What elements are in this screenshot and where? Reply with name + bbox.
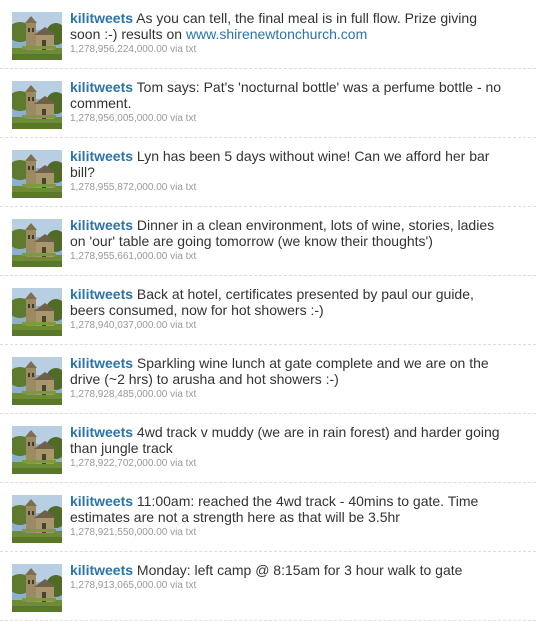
- church-photo-icon: [12, 150, 62, 198]
- screen-name-link[interactable]: kilitweets: [70, 424, 133, 440]
- tweet-text: kilitweets Lyn has been 5 days without w…: [70, 148, 510, 180]
- church-photo-icon: [12, 219, 62, 267]
- avatar[interactable]: [12, 150, 62, 198]
- tweet-url-link[interactable]: www.shirenewtonchurch.com: [186, 26, 367, 42]
- screen-name-link[interactable]: kilitweets: [70, 355, 133, 371]
- tweet-source: via txt: [170, 182, 197, 193]
- screen-name-link[interactable]: kilitweets: [70, 148, 133, 164]
- tweet-body: Sparkling wine lunch at gate complete an…: [70, 355, 489, 387]
- tweet-body: Lyn has been 5 days without wine! Can we…: [70, 148, 490, 180]
- tweet-item: kilitweets Dinner in a clean environment…: [0, 207, 536, 276]
- tweet-item: kilitweets Tom says: Pat's 'nocturnal bo…: [0, 69, 536, 138]
- avatar[interactable]: [12, 495, 62, 543]
- tweet-item: kilitweets 11:00am: reached the 4wd trac…: [0, 483, 536, 552]
- tweet-source: via txt: [170, 458, 197, 469]
- tweet-item: kilitweets Back at hotel, certificates p…: [0, 276, 536, 345]
- tweet-content: kilitweets Dinner in a clean environment…: [70, 217, 510, 263]
- tweet-body: Tom says: Pat's 'nocturnal bottle' was a…: [70, 79, 502, 111]
- tweet-content: kilitweets Back at hotel, certificates p…: [70, 286, 510, 332]
- avatar[interactable]: [12, 12, 62, 60]
- tweet-source: via txt: [170, 389, 197, 400]
- tweet-text: kilitweets 4wd track v muddy (we are in …: [70, 424, 510, 456]
- tweet-meta: 1,278,921,550,000.00 via txt: [70, 527, 510, 539]
- screen-name-link[interactable]: kilitweets: [70, 79, 133, 95]
- timestamp-link[interactable]: 1,278,913,065,000.00: [70, 580, 167, 591]
- avatar[interactable]: [12, 219, 62, 267]
- screen-name-link[interactable]: kilitweets: [70, 562, 133, 578]
- tweet-meta: 1,278,922,702,000.00 via txt: [70, 458, 510, 470]
- tweet-content: kilitweets Lyn has been 5 days without w…: [70, 148, 510, 194]
- screen-name-link[interactable]: kilitweets: [70, 10, 133, 26]
- church-photo-icon: [12, 288, 62, 336]
- church-photo-icon: [12, 495, 62, 543]
- tweet-content: kilitweets 11:00am: reached the 4wd trac…: [70, 493, 510, 539]
- tweet-item: kilitweets Monday: left camp @ 8:15am fo…: [0, 552, 536, 621]
- church-photo-icon: [12, 357, 62, 405]
- avatar[interactable]: [12, 357, 62, 405]
- church-photo-icon: [12, 564, 62, 612]
- avatar[interactable]: [12, 81, 62, 129]
- tweet-source: via txt: [170, 113, 197, 124]
- tweet-content: kilitweets Tom says: Pat's 'nocturnal bo…: [70, 79, 510, 125]
- tweet-meta: 1,278,956,224,000.00 via txt: [70, 44, 510, 56]
- timestamp-link[interactable]: 1,278,955,661,000.00: [70, 251, 167, 262]
- tweet-content: kilitweets As you can tell, the final me…: [70, 10, 510, 56]
- timestamp-link[interactable]: 1,278,928,485,000.00: [70, 389, 167, 400]
- church-photo-icon: [12, 426, 62, 474]
- tweet-body: 4wd track v muddy (we are in rain forest…: [70, 424, 500, 456]
- timestamp-link[interactable]: 1,278,921,550,000.00: [70, 527, 167, 538]
- tweet-source: via txt: [170, 320, 197, 331]
- avatar[interactable]: [12, 426, 62, 474]
- tweet-meta: 1,278,928,485,000.00 via txt: [70, 389, 510, 401]
- tweet-source: via txt: [170, 580, 197, 591]
- tweet-timeline: kilitweets As you can tell, the final me…: [0, 0, 540, 621]
- tweet-source: via txt: [170, 527, 197, 538]
- tweet-item: kilitweets Sparkling wine lunch at gate …: [0, 345, 536, 414]
- tweet-source: via txt: [170, 44, 197, 55]
- tweet-meta: 1,278,940,037,000.00 via txt: [70, 320, 510, 332]
- tweet-text: kilitweets Tom says: Pat's 'nocturnal bo…: [70, 79, 510, 111]
- tweet-content: kilitweets Sparkling wine lunch at gate …: [70, 355, 510, 401]
- timestamp-link[interactable]: 1,278,940,037,000.00: [70, 320, 167, 331]
- avatar[interactable]: [12, 288, 62, 336]
- timestamp-link[interactable]: 1,278,922,702,000.00: [70, 458, 167, 469]
- timestamp-link[interactable]: 1,278,955,872,000.00: [70, 182, 167, 193]
- avatar[interactable]: [12, 564, 62, 612]
- tweet-text: kilitweets 11:00am: reached the 4wd trac…: [70, 493, 510, 525]
- tweet-meta: 1,278,955,661,000.00 via txt: [70, 251, 510, 263]
- tweet-meta: 1,278,955,872,000.00 via txt: [70, 182, 510, 194]
- timestamp-link[interactable]: 1,278,956,005,000.00: [70, 113, 167, 124]
- tweet-text: kilitweets As you can tell, the final me…: [70, 10, 510, 42]
- tweet-item: kilitweets Lyn has been 5 days without w…: [0, 138, 536, 207]
- tweet-text: kilitweets Back at hotel, certificates p…: [70, 286, 510, 318]
- church-photo-icon: [12, 12, 62, 60]
- tweet-source: via txt: [170, 251, 197, 262]
- tweet-item: kilitweets As you can tell, the final me…: [0, 0, 536, 69]
- tweet-meta: 1,278,913,065,000.00 via txt: [70, 580, 510, 592]
- church-photo-icon: [12, 81, 62, 129]
- screen-name-link[interactable]: kilitweets: [70, 286, 133, 302]
- screen-name-link[interactable]: kilitweets: [70, 493, 133, 509]
- tweet-text: kilitweets Dinner in a clean environment…: [70, 217, 510, 249]
- screen-name-link[interactable]: kilitweets: [70, 217, 133, 233]
- tweet-body: Dinner in a clean environment, lots of w…: [70, 217, 495, 249]
- timestamp-link[interactable]: 1,278,956,224,000.00: [70, 44, 167, 55]
- tweet-text: kilitweets Sparkling wine lunch at gate …: [70, 355, 510, 387]
- tweet-meta: 1,278,956,005,000.00 via txt: [70, 113, 510, 125]
- tweet-body: Monday: left camp @ 8:15am for 3 hour wa…: [133, 562, 463, 578]
- tweet-content: kilitweets 4wd track v muddy (we are in …: [70, 424, 510, 470]
- tweet-content: kilitweets Monday: left camp @ 8:15am fo…: [70, 562, 510, 592]
- tweet-text: kilitweets Monday: left camp @ 8:15am fo…: [70, 562, 510, 578]
- tweet-item: kilitweets 4wd track v muddy (we are in …: [0, 414, 536, 483]
